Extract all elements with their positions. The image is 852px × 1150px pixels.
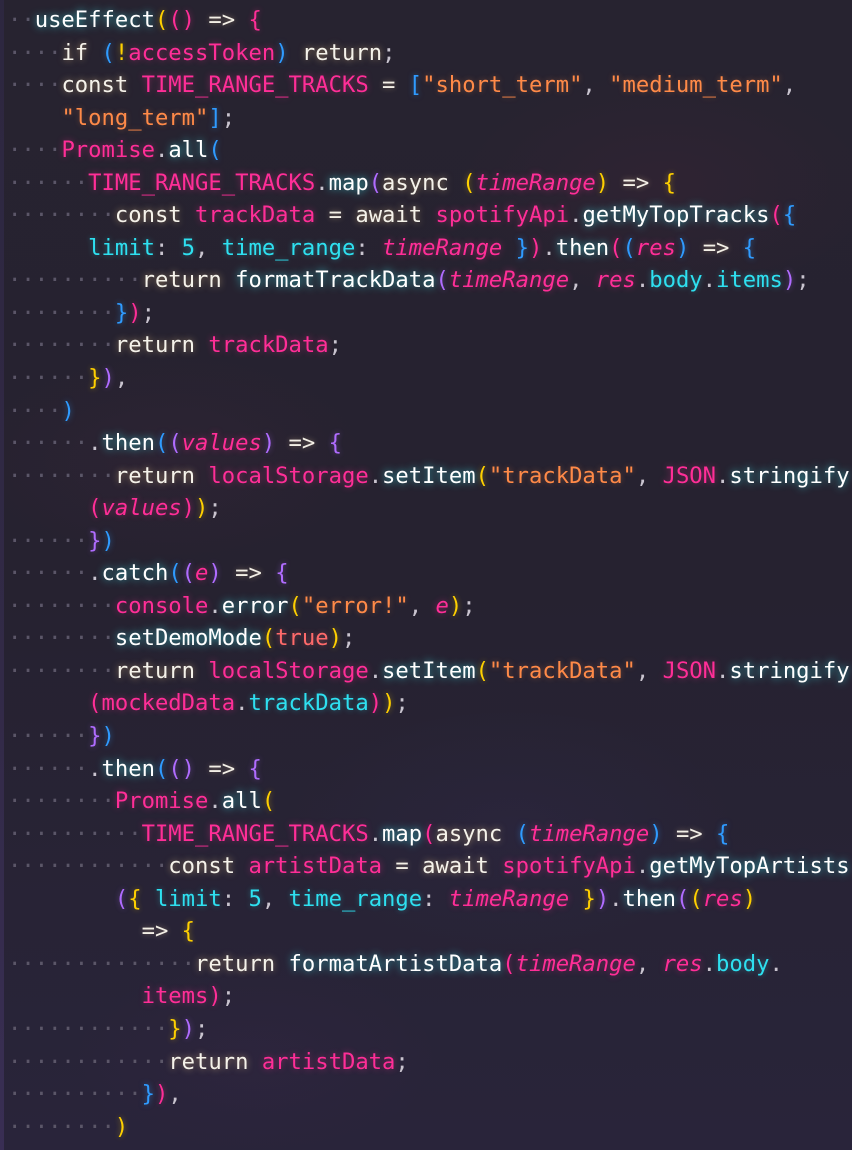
indent-whitespace-dots: ·········· <box>8 1081 142 1108</box>
indent-whitespace-dots: ···· <box>8 397 62 424</box>
code-line[interactable]: ····if (!accessToken) return; <box>0 37 852 70</box>
indent-whitespace-dots: ········ <box>8 299 115 326</box>
indent-whitespace-dots: ·········· <box>8 267 142 294</box>
indent-whitespace-dots: ········ <box>8 657 115 684</box>
indent-whitespace-dots: ······ <box>8 560 89 587</box>
code-line[interactable]: (mockedData.trackData)); <box>0 687 852 720</box>
indent-whitespace-dots: ········ <box>8 1113 115 1140</box>
indent-whitespace-dots: ········ <box>8 332 115 359</box>
code-line[interactable]: "long_term"]; <box>0 102 852 135</box>
code-line[interactable]: limit: 5, time_range: timeRange }).then(… <box>0 232 852 265</box>
indent-whitespace-dots: ···· <box>8 72 62 99</box>
indent-whitespace-dots: ···· <box>8 137 62 164</box>
code-line[interactable]: ······}) <box>0 720 852 753</box>
code-line[interactable]: => { <box>0 915 852 948</box>
code-line[interactable]: ··········}), <box>0 1078 852 1111</box>
code-line[interactable]: ········Promise.all( <box>0 785 852 818</box>
code-line[interactable]: ··········return formatTrackData(timeRan… <box>0 264 852 297</box>
indent-whitespace-dots: ············ <box>8 1048 169 1075</box>
code-line[interactable]: ······TIME_RANGE_TRACKS.map(async (timeR… <box>0 167 852 200</box>
indent-whitespace-dots: ········ <box>8 462 115 489</box>
code-line[interactable]: ········const trackData = await spotifyA… <box>0 199 852 232</box>
code-line[interactable]: ············return artistData; <box>0 1046 852 1079</box>
code-line[interactable]: ······.catch((e) => { <box>0 557 852 590</box>
indent-whitespace-dots: ········ <box>8 625 115 652</box>
code-line[interactable]: (values)); <box>0 492 852 525</box>
code-line[interactable]: ··········TIME_RANGE_TRACKS.map(async (t… <box>0 818 852 851</box>
code-line[interactable]: ····) <box>0 395 852 428</box>
code-line[interactable]: ······.then(() => { <box>0 753 852 786</box>
code-line[interactable]: ······.then((values) => { <box>0 427 852 460</box>
code-line[interactable]: ······}), <box>0 362 852 395</box>
code-line[interactable]: ··useEffect(() => { <box>0 4 852 37</box>
indent-whitespace-dots: ············ <box>8 1015 169 1042</box>
indent-whitespace-dots: ···· <box>8 39 62 66</box>
indent-whitespace-dots: ······ <box>8 527 89 554</box>
code-text-area[interactable]: ··useEffect(() => {····if (!accessToken)… <box>0 4 852 1143</box>
indent-whitespace-dots: ······ <box>8 723 89 750</box>
code-line[interactable]: ········return trackData; <box>0 329 852 362</box>
code-line[interactable]: ············}); <box>0 1013 852 1046</box>
indent-whitespace-dots: ·········· <box>8 820 142 847</box>
code-line[interactable]: ········return localStorage.setItem("tra… <box>0 460 852 493</box>
indent-whitespace-dots: ······ <box>8 365 89 392</box>
code-line[interactable]: ········) <box>0 1111 852 1144</box>
code-line[interactable]: ··············return formatArtistData(ti… <box>0 948 852 981</box>
indent-whitespace-dots: ········ <box>8 202 115 229</box>
indent-whitespace-dots: ·· <box>8 7 35 33</box>
code-line[interactable]: ({ limit: 5, time_range: timeRange }).th… <box>0 883 852 916</box>
indent-whitespace-dots: ············ <box>8 853 169 880</box>
indent-whitespace-dots: ·············· <box>8 950 196 977</box>
code-line[interactable]: ········setDemoMode(true); <box>0 622 852 655</box>
indent-whitespace-dots: ······ <box>8 169 89 196</box>
code-line[interactable]: ········console.error("error!", e); <box>0 590 852 623</box>
indent-whitespace-dots: ········ <box>8 788 115 815</box>
code-line[interactable]: ············const artistData = await spo… <box>0 850 852 883</box>
code-line[interactable]: ······}) <box>0 525 852 558</box>
code-line[interactable]: ········}); <box>0 297 852 330</box>
code-line[interactable]: ····Promise.all( <box>0 134 852 167</box>
code-line[interactable]: ····const TIME_RANGE_TRACKS = ["short_te… <box>0 69 852 102</box>
indent-whitespace-dots: ······ <box>8 755 89 782</box>
code-line[interactable]: ········return localStorage.setItem("tra… <box>0 655 852 688</box>
indent-whitespace-dots: ······ <box>8 430 89 457</box>
indent-whitespace-dots: ········ <box>8 592 115 619</box>
code-editor-pane[interactable]: ··useEffect(() => {····if (!accessToken)… <box>0 0 852 1150</box>
code-line[interactable]: items); <box>0 980 852 1013</box>
